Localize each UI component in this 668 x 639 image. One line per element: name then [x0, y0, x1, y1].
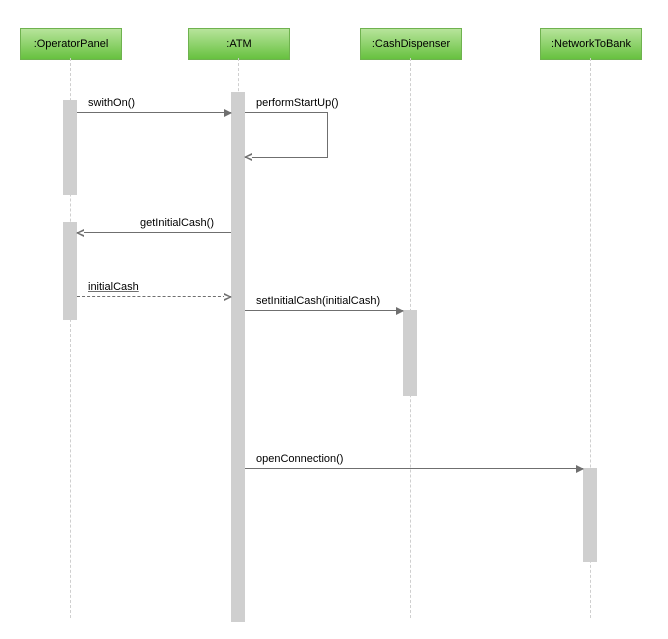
activation-network	[583, 468, 597, 562]
lifeline-atm: :ATM	[188, 28, 290, 60]
activation-operator-2	[63, 222, 77, 320]
activation-atm	[231, 92, 245, 622]
message-set-initial-cash	[245, 310, 403, 311]
lifeline-network: :NetworkToBank	[540, 28, 642, 60]
message-open-connection	[245, 468, 583, 469]
label-get-initial-cash: getInitialCash()	[140, 217, 214, 229]
sequence-diagram: :OperatorPanel :ATM :CashDispenser :Netw…	[0, 0, 668, 639]
label-switch-on: swithOn()	[88, 97, 135, 109]
label-set-initial-cash: setInitialCash(initialCash)	[256, 295, 380, 307]
label-perform-startup: performStartUp()	[256, 97, 339, 109]
label-initial-cash-return: initialCash	[88, 281, 139, 293]
label-open-connection: openConnection()	[256, 453, 343, 465]
lifeline-operator-panel: :OperatorPanel	[20, 28, 122, 60]
message-perform-startup	[245, 112, 328, 158]
message-initial-cash-return	[77, 296, 231, 297]
lifeline-cash-dispenser: :CashDispenser	[360, 28, 462, 60]
message-get-initial-cash	[77, 232, 231, 233]
activation-dispenser	[403, 310, 417, 396]
message-switch-on	[77, 112, 231, 113]
activation-operator-1	[63, 100, 77, 195]
